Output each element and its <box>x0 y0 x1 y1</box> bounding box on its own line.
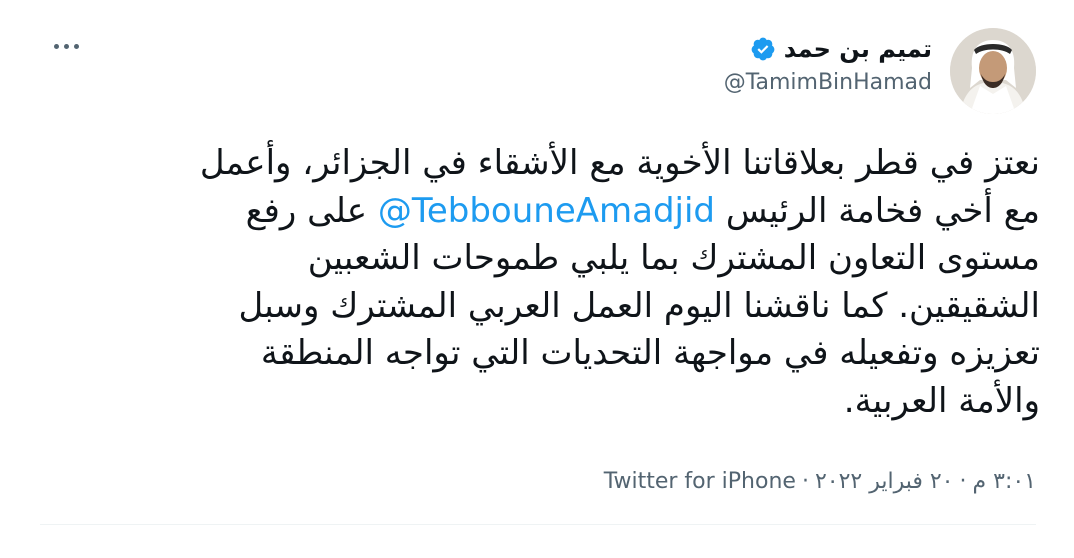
tweet-meta: ٣:٠١ م·٢٠ فبراير ٢٠٢٢·Twitter for iPhone <box>40 462 1036 502</box>
meta-separator: · <box>959 469 967 494</box>
tweet-source[interactable]: Twitter for iPhone <box>604 469 796 494</box>
tweet-time[interactable]: ٣:٠١ م <box>973 469 1037 494</box>
tweet-card: تميم بن حمد @TamimBinHamad نعتز في قطر ب… <box>0 0 1074 558</box>
tweet-text: نعتز في قطر بعلاقاتنا الأخوية مع الأشقاء… <box>56 140 1040 425</box>
tweet-text-line: نعتز في قطر بعلاقاتنا الأخوية مع الأشقاء… <box>199 143 1040 183</box>
meta-separator: · <box>801 469 809 494</box>
tweet-header: تميم بن حمد @TamimBinHamad <box>40 26 1036 116</box>
tweet-text-line: والأمة العربية. <box>843 380 1040 421</box>
tweet-text-segment: مع أخي فخامة الرئيس <box>715 190 1040 231</box>
avatar[interactable] <box>950 28 1036 114</box>
tweet-text-segment: على رفع <box>245 190 378 231</box>
verified-badge-icon <box>750 36 776 62</box>
handle[interactable]: @TamimBinHamad <box>724 68 932 98</box>
divider <box>40 524 1036 525</box>
tweet-text-line: تعزيزه وتفعيله في مواجهة التحديات التي ت… <box>260 333 1040 373</box>
tweet-text-line: الشقيقين. كما ناقشنا اليوم العمل العربي … <box>238 285 1040 326</box>
author-names: تميم بن حمد @TamimBinHamad <box>724 32 932 98</box>
display-name[interactable]: تميم بن حمد <box>784 32 932 66</box>
tweet-date[interactable]: ٢٠ فبراير ٢٠٢٢ <box>815 469 954 494</box>
display-name-row: تميم بن حمد <box>724 32 932 66</box>
mention-link[interactable]: @TebbouneAmadjid <box>378 191 715 231</box>
tweet-text-line: مستوى التعاون المشترك بما يلبي طموحات ال… <box>307 238 1040 278</box>
more-options-icon[interactable] <box>46 32 86 60</box>
tweet-text-line: مع أخي فخامة الرئيس @TebbouneAmadjid على… <box>56 188 1040 236</box>
